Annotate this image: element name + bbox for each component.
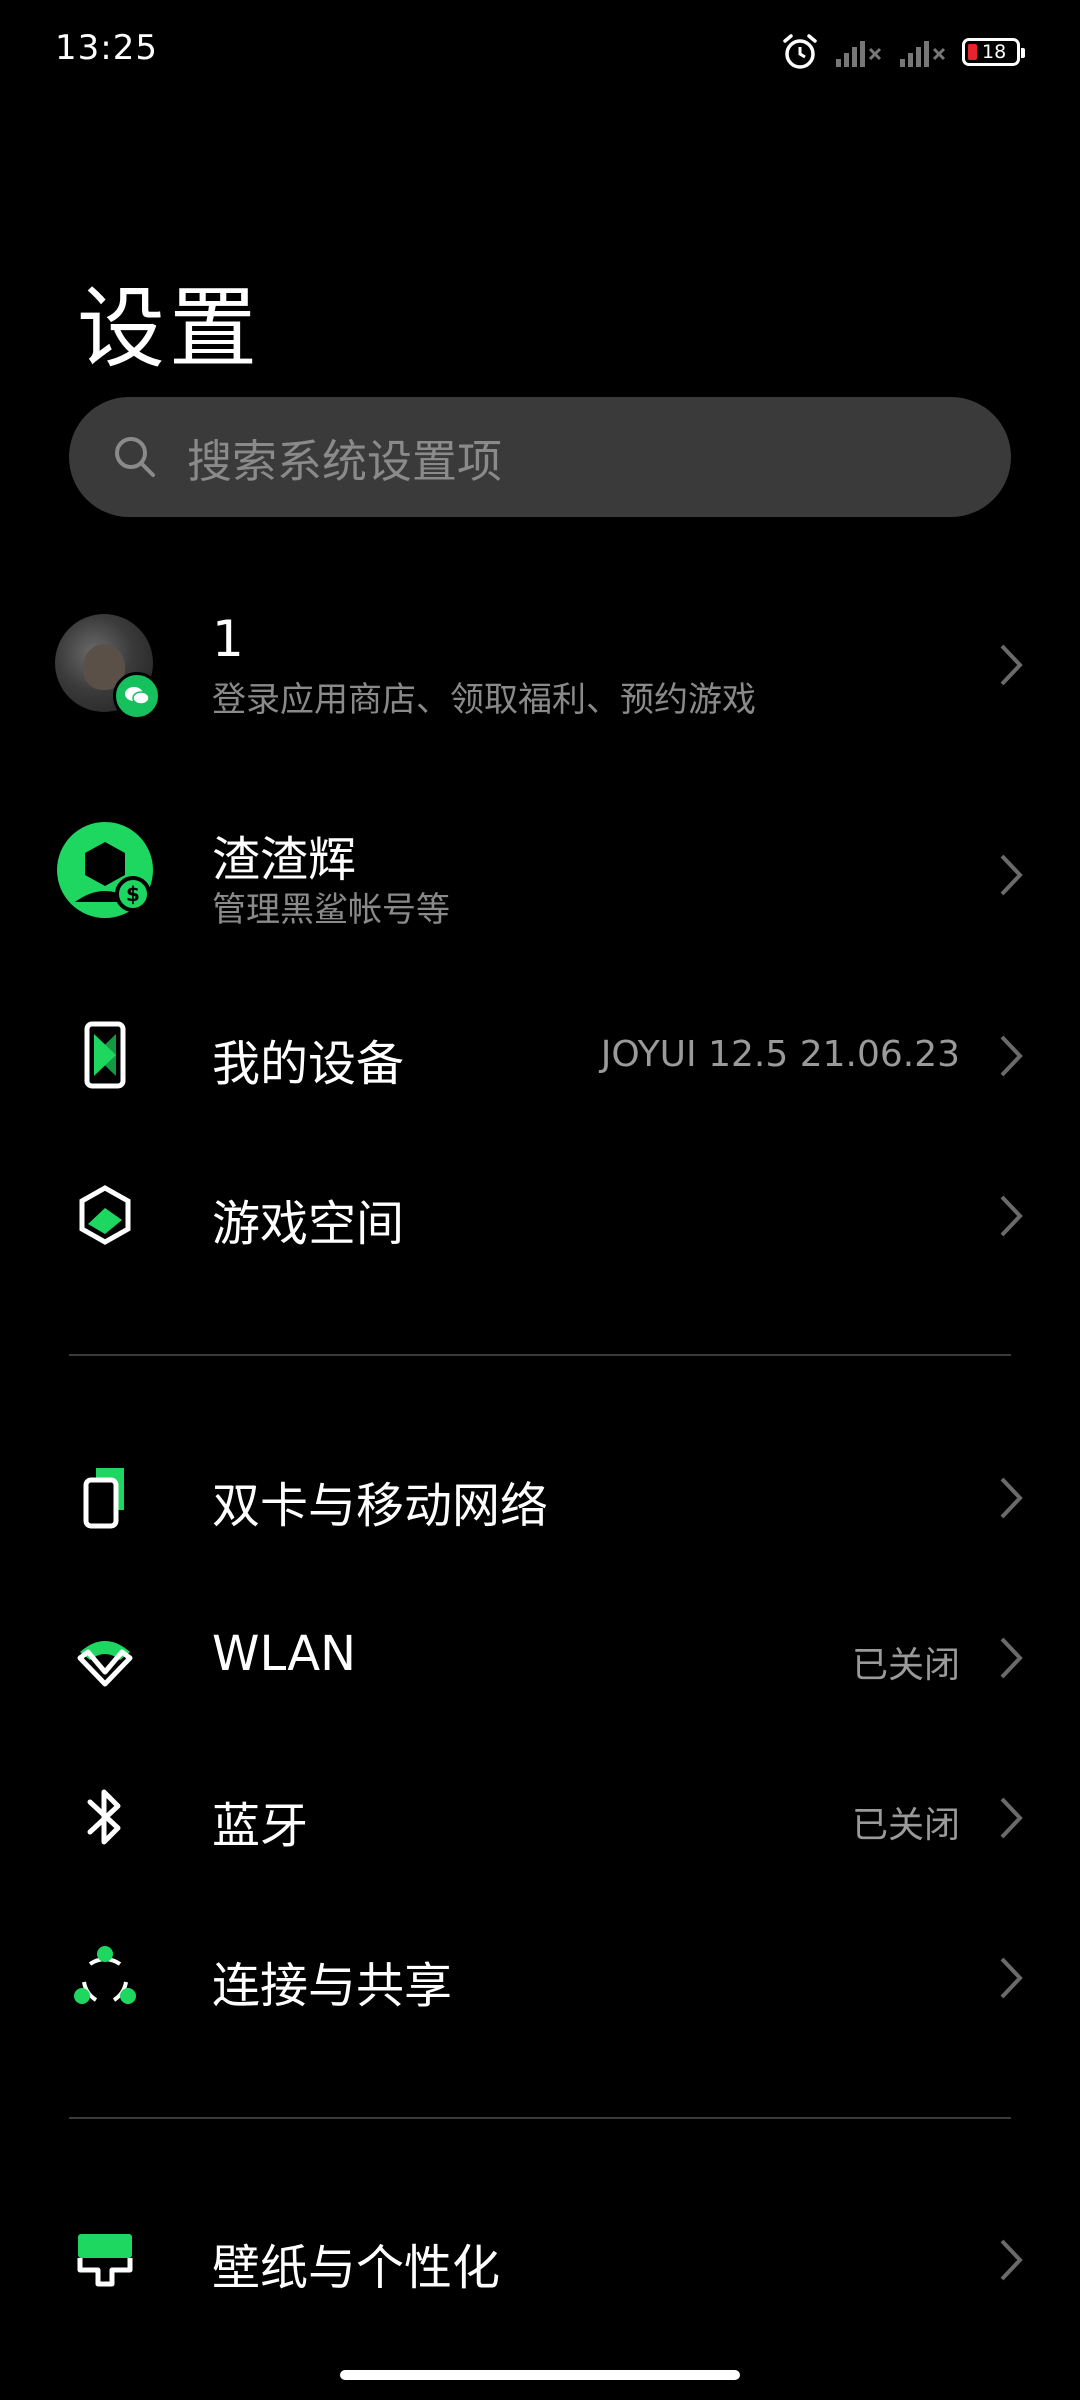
sim-card-icon <box>83 1468 124 1529</box>
game-space-icon <box>79 1185 131 1245</box>
search-bar[interactable]: 搜索系统设置项 <box>69 397 1011 517</box>
connection-sharing-label: 连接与共享 <box>212 1958 453 2014</box>
chevron-right-icon <box>1000 1195 1023 1237</box>
shark-account-row[interactable]: $ 渣渣辉 管理黑鲨帐号等 <box>0 810 1080 940</box>
sim-network-label: 双卡与移动网络 <box>212 1478 549 1534</box>
home-indicator[interactable] <box>340 2370 740 2380</box>
bluetooth-row[interactable]: 蓝牙 已关闭 <box>0 1782 1080 1854</box>
chevron-right-icon <box>1000 1797 1023 1839</box>
bluetooth-label: 蓝牙 <box>212 1798 309 1854</box>
avatar <box>55 614 161 720</box>
status-bar: 13:25 18 <box>0 0 1080 104</box>
chevron-right-icon <box>1000 2239 1023 2281</box>
divider <box>69 1354 1011 1356</box>
sim-network-row[interactable]: 双卡与移动网络 <box>0 1462 1080 1534</box>
alarm-icon <box>783 34 817 69</box>
bluetooth-icon <box>87 1789 121 1845</box>
chevron-right-icon <box>1000 644 1023 686</box>
signal-icon <box>836 41 882 67</box>
wallpaper-row[interactable]: 壁纸与个性化 <box>0 2224 1080 2296</box>
search-placeholder: 搜索系统设置项 <box>187 434 503 488</box>
wallpaper-label: 壁纸与个性化 <box>212 2240 501 2296</box>
my-device-row[interactable]: 我的设备 JOYUI 12.5 21.06.23 <box>0 1020 1080 1092</box>
bluetooth-status: 已关闭 <box>851 1805 960 1846</box>
battery-icon: 18 <box>962 38 1025 66</box>
svg-text:$: $ <box>126 882 140 906</box>
signal-icon <box>900 41 946 67</box>
settings-screen: 13:25 18 设置 搜索系统设置项 1 登录应用商店、领取福利、预约游戏 $… <box>0 0 1080 2400</box>
phone-device-icon <box>84 1021 126 1089</box>
my-device-label: 我的设备 <box>212 1036 405 1092</box>
divider <box>69 2117 1011 2119</box>
wifi-icon <box>77 1641 133 1687</box>
wechat-icon <box>113 672 161 720</box>
wlan-label: WLAN <box>212 1626 357 1682</box>
chevron-right-icon <box>1000 1637 1023 1679</box>
wlan-status: 已关闭 <box>851 1645 960 1686</box>
search-icon <box>115 437 155 477</box>
chevron-right-icon <box>1000 1477 1023 1519</box>
status-icons: 18 <box>780 28 1025 76</box>
page-title: 设置 <box>77 277 262 380</box>
account-subtitle: 登录应用商店、领取福利、预约游戏 <box>212 680 756 720</box>
connection-sharing-row[interactable]: 连接与共享 <box>0 1942 1080 2014</box>
shark-account-subtitle: 管理黑鲨帐号等 <box>212 890 450 930</box>
share-icon <box>74 1946 136 2004</box>
account-row[interactable]: 1 登录应用商店、领取福利、预约游戏 <box>0 600 1080 730</box>
wallpaper-icon <box>77 2234 133 2287</box>
shark-account-name: 渣渣辉 <box>212 832 357 888</box>
shark-account-icon: $ <box>57 822 153 918</box>
chevron-right-icon <box>1000 854 1023 896</box>
game-space-row[interactable]: 游戏空间 <box>0 1180 1080 1252</box>
game-space-label: 游戏空间 <box>212 1196 405 1252</box>
status-time: 13:25 <box>55 28 158 68</box>
chevron-right-icon <box>1000 1035 1023 1077</box>
chevron-right-icon <box>1000 1957 1023 1999</box>
wlan-row[interactable]: WLAN 已关闭 <box>0 1622 1080 1694</box>
my-device-value: JOYUI 12.5 21.06.23 <box>600 1034 960 1075</box>
battery-level: 18 <box>982 41 1007 63</box>
account-name: 1 <box>212 610 244 668</box>
